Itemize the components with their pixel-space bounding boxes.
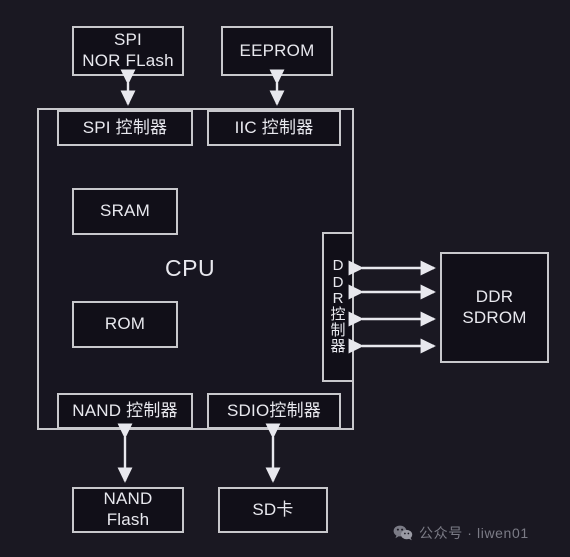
watermark: 公众号 · liwen01 [393,523,529,543]
block-iic-controller: IIC 控制器 [207,110,341,146]
wechat-icon [393,525,413,541]
ddr-char-3: 控 [330,306,346,323]
ddr-char-0: D [332,257,344,275]
block-rom: ROM [72,301,178,348]
diagram-canvas: SPI NOR FLash EEPROM SPI 控制器 IIC 控制器 SRA… [0,0,570,557]
ddr-char-2: R [332,289,344,307]
block-ddr-sdrom: DDR SDROM [440,252,549,363]
watermark-text: 公众号 · liwen01 [419,525,529,541]
ddr-char-5: 器 [330,338,346,356]
cpu-label: CPU [165,255,216,281]
block-spi-controller: SPI 控制器 [57,110,193,146]
block-nand-flash: NAND Flash [72,487,184,533]
block-nand-controller: NAND 控制器 [57,393,193,429]
ddr-char-1: D [332,273,344,291]
block-sdio-controller: SDIO控制器 [207,393,341,429]
ddr-char-4: 制 [330,322,346,340]
block-sram: SRAM [72,188,178,235]
block-spi-nor-flash: SPI NOR FLash [72,26,184,76]
block-sd-card: SD卡 [218,487,328,533]
block-ddr-controller: D D R 控 制 器 [322,232,354,382]
block-eeprom: EEPROM [221,26,333,76]
